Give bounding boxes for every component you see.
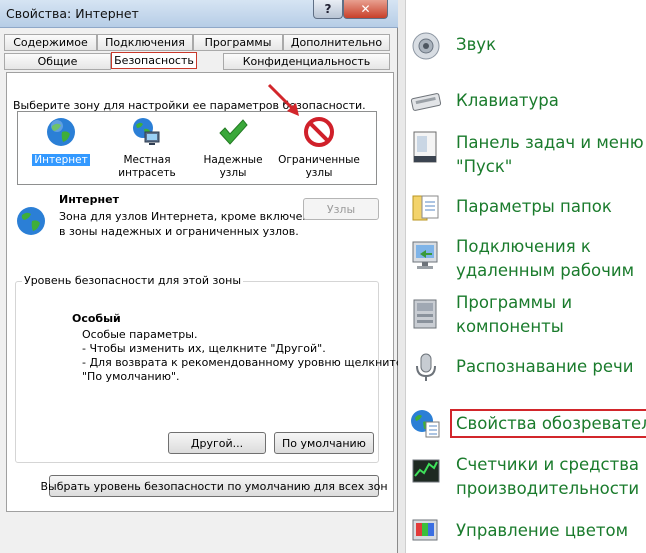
tab-advanced[interactable]: Дополнительно bbox=[283, 34, 390, 51]
default-level-button[interactable]: По умолчанию bbox=[274, 432, 374, 454]
folder-options-icon bbox=[412, 195, 439, 221]
keyboard-icon bbox=[410, 93, 442, 111]
remote-desktop-icon bbox=[412, 241, 438, 269]
cp-item-label: Управление цветом bbox=[456, 521, 629, 540]
cp-item-label-line2: компоненты bbox=[456, 317, 564, 336]
cp-item-label: Параметры папок bbox=[456, 197, 612, 216]
security-level-desc-line2: - Чтобы изменить их, щелкните "Другой". bbox=[82, 342, 326, 355]
window-title: Свойства: Интернет bbox=[6, 6, 139, 21]
security-level-name: Особый bbox=[72, 312, 121, 325]
group-title: Уровень безопасности для этой зоны bbox=[22, 274, 243, 287]
tab-general[interactable]: Общие bbox=[4, 53, 111, 70]
zone-description-line1: Зона для узлов Интернета, кроме включенн… bbox=[59, 210, 332, 223]
close-icon: ✕ bbox=[360, 2, 371, 16]
zone-local-intranet[interactable]: Местная интрасеть bbox=[104, 114, 190, 184]
cp-item-label-line1: Программы и bbox=[456, 293, 573, 312]
cp-item-label-line2: удаленным рабочим bbox=[456, 261, 635, 280]
zone-restricted-sites[interactable]: Ограниченные узлы bbox=[276, 114, 362, 184]
tab-connections[interactable]: Подключения bbox=[97, 34, 193, 51]
performance-icon bbox=[412, 459, 440, 483]
zone-internet[interactable]: Интернет bbox=[18, 114, 104, 184]
cp-item-label: Распознавание речи bbox=[456, 357, 634, 376]
zone-title: Интернет bbox=[59, 193, 119, 206]
speaker-icon bbox=[412, 32, 440, 60]
zone-label-line1: Местная bbox=[123, 154, 171, 166]
cp-item-label-line1: Счетчики и средства bbox=[456, 455, 640, 474]
checkmark-icon bbox=[219, 119, 248, 145]
zone-label-line1: Ограниченные bbox=[278, 154, 360, 166]
tab-security[interactable]: Безопасность bbox=[111, 52, 197, 69]
annotation-arrow-icon bbox=[267, 83, 299, 116]
zone-label: Интернет bbox=[32, 154, 90, 166]
tab-privacy[interactable]: Конфиденциальность bbox=[223, 53, 390, 70]
security-level-desc-line1: Особые параметры. bbox=[82, 328, 198, 341]
globe-icon bbox=[47, 118, 75, 146]
cp-item-label-line1: Подключения к bbox=[456, 237, 591, 256]
cp-item-label-line2: "Пуск" bbox=[456, 157, 513, 176]
title-bar[interactable]: Свойства: Интернет ? ✕ bbox=[0, 0, 398, 28]
programs-icon bbox=[413, 299, 437, 329]
tab-content[interactable]: Содержимое bbox=[4, 34, 97, 51]
help-icon: ? bbox=[324, 2, 332, 16]
cp-item-label: Свойства обозревателя bbox=[450, 409, 646, 438]
color-management-icon bbox=[412, 519, 438, 541]
no-entry-icon bbox=[304, 117, 334, 147]
zone-trusted-sites[interactable]: Надежные узлы bbox=[190, 114, 276, 184]
custom-level-button[interactable]: Другой... bbox=[168, 432, 266, 454]
microphone-icon bbox=[416, 353, 436, 381]
security-tab-panel: Выберите зону для настройки ее параметро… bbox=[6, 72, 403, 512]
zone-label-line2: узлы bbox=[219, 167, 247, 179]
cp-item-label: Клавиатура bbox=[456, 91, 559, 110]
reset-all-zones-button[interactable]: Выбрать уровень безопасности по умолчани… bbox=[40, 475, 388, 497]
taskbar-icon bbox=[413, 131, 437, 163]
security-level-desc-line4: "По умолчанию". bbox=[82, 370, 180, 383]
internet-properties-dialog: Свойства: Интернет ? ✕ Содержимое Подклю… bbox=[0, 0, 403, 553]
globe-icon bbox=[17, 207, 45, 235]
zone-list: Интернет Местнаяинтрасеть Надежныеузлы bbox=[17, 111, 377, 185]
help-button[interactable]: ? bbox=[313, 0, 343, 19]
sites-button[interactable]: Узлы bbox=[303, 198, 379, 220]
zone-label-line2: интрасеть bbox=[118, 167, 176, 179]
close-button[interactable]: ✕ bbox=[343, 0, 388, 19]
internet-options-icon bbox=[411, 410, 440, 438]
security-level-group: Уровень безопасности для этой зоны Особы… bbox=[15, 274, 403, 463]
scrollbar[interactable] bbox=[398, 0, 406, 553]
cp-item-label-line1: Панель задач и меню bbox=[456, 133, 644, 152]
cp-item-label-line2: производительности bbox=[456, 479, 640, 498]
network-globe-icon bbox=[133, 118, 160, 145]
zone-label-line2: узлы bbox=[305, 167, 333, 179]
zone-label-line1: Надежные bbox=[203, 154, 263, 166]
security-level-desc-line3: - Для возврата к рекомендованному уровню… bbox=[82, 356, 403, 369]
zone-description-line2: в зоны надежных и ограниченных узлов. bbox=[59, 225, 299, 238]
cp-item-label: Звук bbox=[456, 35, 497, 54]
tab-programs[interactable]: Программы bbox=[193, 34, 283, 51]
